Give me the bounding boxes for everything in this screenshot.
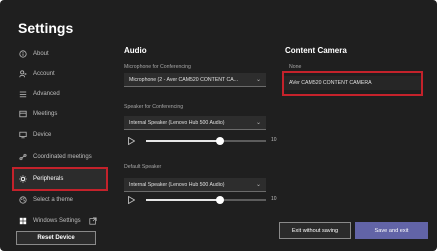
sidebar-item-label: About	[33, 51, 49, 57]
sidebar-item-label: Advanced	[33, 91, 60, 97]
sidebar-item-select-theme[interactable]: Select a theme	[14, 190, 106, 210]
default-speaker-select-value: Internal Speaker (Lenovo Hub 500 Audio)	[129, 181, 225, 188]
default-volume-fill	[146, 199, 221, 201]
speaker-select[interactable]: Internal Speaker (Lenovo Hub 500 Audio) …	[124, 116, 266, 130]
default-volume-value: 10	[271, 196, 277, 202]
mic-label: Microphone for Conferencing	[124, 64, 191, 70]
mic-select[interactable]: Microphone (2 - Aver CAM520 CONTENT CA..…	[124, 73, 266, 87]
play-icon[interactable]	[128, 196, 135, 204]
sidebar-item-account[interactable]: Account	[14, 64, 106, 84]
default-volume-slider[interactable]	[146, 196, 266, 204]
windows-icon	[18, 217, 27, 226]
sidebar-item-label: Meetings	[33, 111, 58, 117]
sidebar-item-label: Peripherals	[33, 176, 64, 182]
device-icon	[18, 131, 27, 140]
chevron-down-icon: ⌄	[255, 77, 261, 83]
audio-heading: Audio	[124, 46, 147, 55]
speaker-select-value: Internal Speaker (Lenovo Hub 500 Audio)	[129, 119, 225, 126]
info-icon	[18, 50, 27, 59]
content-camera-value: AVer CAM520 CONTENT CAMERA	[289, 80, 372, 86]
sidebar-item-label: Coordinated meetings	[33, 154, 92, 160]
reset-device-button[interactable]: Reset Device	[16, 231, 96, 245]
save-and-exit-button[interactable]: Save and exit	[355, 222, 428, 239]
external-link-icon	[89, 217, 98, 226]
meetings-icon	[18, 110, 27, 119]
sidebar-item-label: Windows Settings	[33, 218, 81, 224]
play-icon[interactable]	[128, 137, 135, 145]
speaker-volume-row: 10	[128, 136, 278, 146]
default-volume-thumb[interactable]	[216, 196, 225, 204]
mic-select-value: Microphone (2 - Aver CAM520 CONTENT CA..…	[129, 76, 239, 83]
sidebar-item-label: Account	[33, 71, 55, 77]
sidebar: About Account Advanced Meetings Device C…	[0, 40, 110, 251]
sidebar-item-peripherals[interactable]: Peripherals	[12, 167, 108, 191]
sidebar-item-windows-settings[interactable]: Windows Settings	[14, 211, 106, 231]
sidebar-item-meetings[interactable]: Meetings	[14, 104, 106, 124]
page-title: Settings	[18, 20, 74, 36]
sidebar-item-label: Select a theme	[33, 197, 74, 203]
account-icon	[18, 70, 27, 79]
sidebar-item-label: Device	[33, 132, 52, 138]
default-speaker-select[interactable]: Internal Speaker (Lenovo Hub 500 Audio) …	[124, 178, 266, 192]
default-volume-row: 10	[128, 195, 278, 205]
speaker-volume-slider[interactable]	[146, 137, 266, 145]
speaker-volume-fill	[146, 140, 221, 142]
advanced-icon	[18, 90, 27, 99]
sidebar-item-device[interactable]: Device	[14, 125, 106, 145]
link-icon	[18, 153, 27, 162]
speaker-label: Speaker for Conferencing	[124, 104, 184, 110]
content-camera-select[interactable]: AVer CAM520 CONTENT CAMERA	[284, 76, 421, 90]
chevron-down-icon: ⌄	[255, 120, 261, 126]
theme-icon	[18, 196, 27, 205]
speaker-volume-value: 10	[271, 137, 277, 143]
chevron-down-icon: ⌄	[255, 182, 261, 188]
camera-label: None	[289, 64, 302, 70]
default-speaker-label: Default Speaker	[124, 164, 162, 170]
exit-without-saving-button[interactable]: Exit without saving	[279, 222, 351, 239]
content-camera-heading: Content Camera	[285, 46, 347, 55]
speaker-volume-thumb[interactable]	[216, 137, 225, 145]
sidebar-item-about[interactable]: About	[14, 44, 106, 64]
sidebar-item-advanced[interactable]: Advanced	[14, 84, 106, 104]
peripherals-icon	[18, 175, 27, 184]
sidebar-item-coordinated-meetings[interactable]: Coordinated meetings	[14, 147, 106, 167]
settings-window: Settings About Account Advanced Meetings	[0, 0, 437, 251]
